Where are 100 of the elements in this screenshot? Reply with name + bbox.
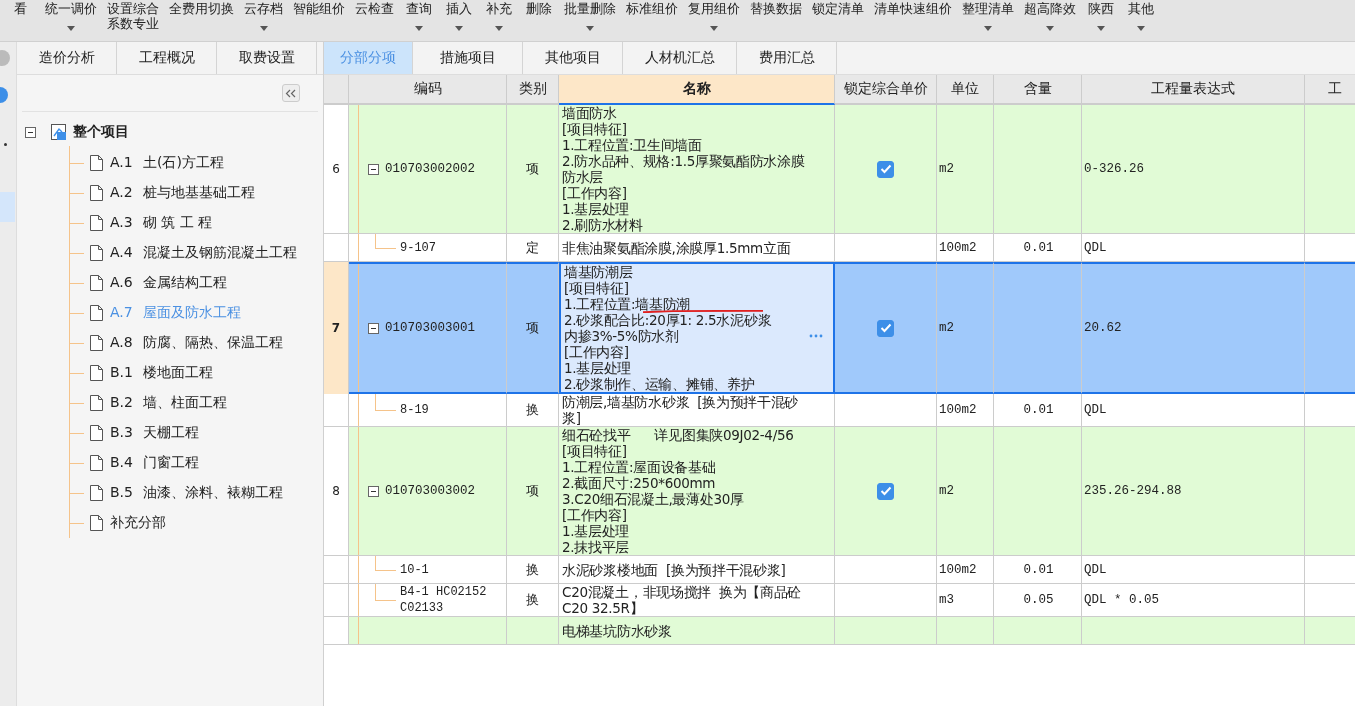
toolbar-button[interactable]: 复用组价 — [683, 0, 745, 40]
table-cell — [1305, 617, 1355, 645]
toolbar-button[interactable]: 锁定清单 — [807, 0, 869, 40]
table-cell[interactable]: 非焦油聚氨酯涂膜,涂膜厚1.5mm立面 — [559, 234, 835, 262]
table-cell: 换 — [507, 584, 559, 617]
tree-item[interactable]: A.3 砌 筑 工 程 — [110, 214, 213, 232]
collapse-toggle-icon[interactable] — [25, 126, 36, 138]
column-header[interactable]: 名称 — [559, 75, 835, 105]
name-line: [项目特征] — [562, 122, 627, 136]
name-line: 2.刷防水材料 — [562, 218, 643, 232]
tree-item[interactable]: A.2 桩与地基基础工程 — [110, 184, 255, 202]
column-header[interactable]: 类别 — [507, 75, 559, 105]
table-cell[interactable]: C20混凝土，非现场搅拌 换为【商品砼 C20 32.5R】 — [559, 584, 835, 617]
toolbar-button[interactable]: 整理清单 — [957, 0, 1019, 40]
table-cell[interactable]: 电梯基坑防水砂浆 — [559, 617, 835, 645]
table-cell[interactable]: 墙基防潮层 [项目特征] 1.工程位置:墙基防潮 2.砂浆配合比:20厚1: 2.5水泥砂浆 内掺3%-5%防水剂 [工作内容] 1.基层处理 2.砂浆制作、运输、摊铺、养护 — [559, 262, 835, 394]
toolbar-button[interactable]: 标准组价 — [621, 0, 683, 40]
table-cell: m2 — [937, 262, 994, 394]
collapse-toggle-icon[interactable] — [368, 163, 379, 175]
toolbar-button[interactable]: 删除 — [519, 0, 559, 40]
toolbar-button[interactable]: 设置综合 系数专业 — [102, 0, 164, 40]
table-cell: 0-326.26 — [1082, 105, 1305, 234]
table-cell: 0.01 — [994, 234, 1082, 262]
caret-icon — [984, 26, 992, 31]
tree-item[interactable]: B.5 油漆、涂料、裱糊工程 — [110, 484, 283, 502]
tree-item[interactable]: B.2 墙、柱面工程 — [110, 394, 227, 412]
table-cell: 项 — [507, 427, 559, 556]
table-cell: 235.26-294.88 — [1082, 427, 1305, 556]
table-cell[interactable]: 墙面防水 [项目特征] 1.工程位置:卫生间墙面 2.防水品种、规格:1.5厚聚氨酯防水涂膜 防水层 [工作内容] 1.基层处理 2.刷防水材料 — [559, 105, 835, 234]
table-cell: QDL — [1082, 556, 1305, 584]
more-icon[interactable] — [809, 334, 823, 338]
document-icon — [90, 395, 103, 411]
code-text: 9-107 — [400, 239, 437, 256]
table-cell: QDL * 0.05 — [1082, 584, 1305, 617]
table-cell: m3 — [937, 584, 994, 617]
caret-icon — [259, 26, 268, 31]
project-icon — [51, 124, 67, 140]
name-line: 3.C20细石混凝土,最薄处30厚 — [562, 492, 744, 506]
tree-item[interactable]: B.4 门窗工程 — [110, 454, 199, 472]
toolbar-button[interactable]: 云检查 — [350, 0, 399, 40]
toolbar-button[interactable]: 超高降效 — [1019, 0, 1081, 40]
caret-icon — [1046, 26, 1054, 31]
tree-item[interactable]: A.1 土(石)方工程 — [110, 154, 224, 172]
collapse-button[interactable] — [282, 84, 300, 102]
name-line: [项目特征] — [562, 444, 627, 458]
document-icon — [90, 275, 103, 291]
toolbar-button[interactable]: 全费用切换 — [164, 0, 239, 40]
table-row[interactable]: 9-107 定 非焦油聚氨酯涂膜,涂膜厚1.5mm立面 100m2 0.01 QDL — [324, 234, 1355, 262]
document-icon — [90, 485, 103, 501]
toolbar-button[interactable]: 插入 — [439, 0, 479, 40]
toolbar-button[interactable]: 替换数据 — [745, 0, 807, 40]
table-cell[interactable]: 水泥砂浆楼地面 [换为预拌干混砂浆] — [559, 556, 835, 584]
column-header[interactable]: 含量 — [994, 75, 1082, 105]
name-line: C20 32.5R】 — [562, 601, 644, 615]
toolbar-button[interactable]: 智能组价 — [288, 0, 350, 40]
table-row[interactable]: 8 010703003002 项 细石砼找平 详见图集陕09J02-4/56 [项目特征] 1.工程位置:屋面设备基础 2.截面尺寸:250*600mm 3.C20细石混凝土,最薄处30厚 [工作内容] 1.基层处理 2.抹找平层 m2 235.26-294.88 — [324, 427, 1355, 556]
tree-item[interactable]: A.6 金属结构工程 — [110, 274, 227, 292]
name-line: 1.基层处理 — [562, 202, 630, 216]
toolbar-button[interactable]: 批量删除 — [559, 0, 621, 40]
toolbar-button[interactable]: 补充 — [479, 0, 519, 40]
row-number: 7 — [324, 262, 349, 394]
name-line: C20混凝土，非现场搅拌 换为【商品砼 — [562, 585, 802, 599]
toolbar-button[interactable]: 陕西 — [1081, 0, 1121, 40]
name-line: 1.工程位置:卫生间墙面 — [562, 138, 702, 152]
tree-item[interactable]: A.4 混凝土及钢筋混凝土工程 — [110, 244, 297, 262]
table-row[interactable]: 6 010703002002 项 墙面防水 [项目特征] 1.工程位置:卫生间墙面 2.防水品种、规格:1.5厚聚氨酯防水涂膜 防水层 [工作内容] 1.基层处理 2.刷防水材料 m2 0-326.26 — [324, 105, 1355, 234]
toolbar-button[interactable]: 统一调价 — [40, 0, 102, 40]
column-header[interactable]: 工程量表达式 — [1082, 75, 1305, 105]
tree-root-label[interactable]: 整个项目 — [73, 123, 129, 141]
checkbox[interactable] — [877, 482, 894, 500]
document-icon — [90, 305, 103, 321]
table-cell[interactable]: 细石砼找平 详见图集陕09J02-4/56 [项目特征] 1.工程位置:屋面设备基础 2.截面尺寸:250*600mm 3.C20细石混凝土,最薄处30厚 [工作内容] 1.基层处理 2.抹找平层 — [559, 427, 835, 556]
table-row[interactable]: 10-1 换 水泥砂浆楼地面 [换为预拌干混砂浆] 100m2 0.01 QDL — [324, 556, 1355, 584]
checkbox[interactable] — [877, 319, 894, 337]
column-header[interactable]: 锁定综合单价 — [835, 75, 937, 105]
checkbox[interactable] — [877, 160, 894, 178]
table-row[interactable]: 电梯基坑防水砂浆 — [324, 617, 1355, 645]
tree-item[interactable]: B.1 楼地面工程 — [110, 364, 213, 382]
table-row[interactable]: 8-19 换 防潮层,墙基防水砂浆 [换为预拌干混砂 浆] 100m2 0.01 QDL — [324, 394, 1355, 427]
table-row[interactable]: B4-1 HC02152 C02133 换 C20混凝土，非现场搅拌 换为【商品砼 C20 32.5R】 m3 0.05 QDL * 0.05 — [324, 584, 1355, 617]
table-cell: m2 — [937, 427, 994, 556]
caret-icon — [67, 26, 75, 31]
toolbar-button[interactable]: 清单快速组价 — [869, 0, 957, 40]
tree-item[interactable]: B.3 天棚工程 — [110, 424, 199, 442]
caret-icon — [455, 26, 463, 31]
column-header[interactable]: 单位 — [937, 75, 994, 105]
toolbar-button[interactable]: 其他 — [1121, 0, 1161, 40]
column-header[interactable]: 编码 — [349, 75, 507, 105]
tree-item[interactable]: A.8 防腐、隔热、保温工程 — [110, 334, 283, 352]
table-cell: 0.05 — [994, 584, 1082, 617]
code-text: 010703002002 — [385, 162, 475, 176]
toolbar-button[interactable]: 看 — [0, 0, 40, 40]
collapse-toggle-icon[interactable] — [368, 322, 379, 334]
toolbar-button[interactable]: 云存档 — [239, 0, 288, 40]
table-row[interactable]: 7 010703003001 项 墙基防潮层 [项目特征] 1.工程位置:墙基防潮 2.砂浆配合比:20厚1: 2.5水泥砂浆 内掺3%-5%防水剂 [工作内容] 1.基层处理 2.砂浆制作、运输、摊铺、养护 m2 20.62 — [324, 262, 1355, 394]
collapse-toggle-icon[interactable] — [368, 485, 379, 497]
column-header[interactable]: 工 — [1305, 75, 1355, 105]
table-cell[interactable]: 防潮层,墙基防水砂浆 [换为预拌干混砂 浆] — [559, 394, 835, 427]
tree-item[interactable]: 补充分部 — [110, 514, 166, 532]
toolbar-button[interactable]: 查询 — [399, 0, 439, 40]
